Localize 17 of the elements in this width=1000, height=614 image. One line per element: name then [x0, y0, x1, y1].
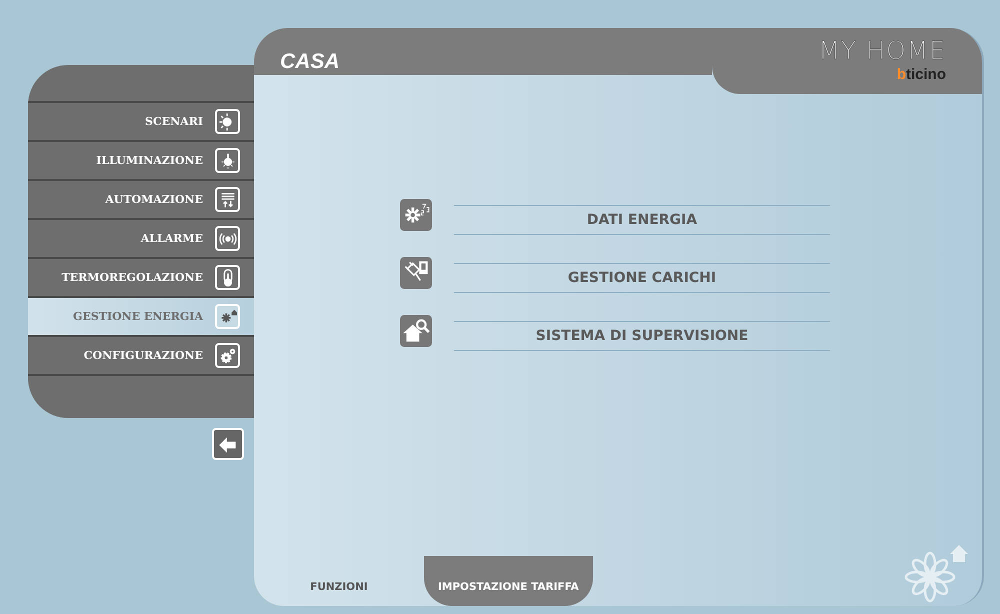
back-button[interactable] — [212, 428, 244, 460]
light-bulb-icon — [218, 152, 236, 170]
flower-house-icon — [218, 308, 236, 326]
house-magnifier-icon — [400, 315, 432, 347]
blinds-icon — [218, 190, 236, 208]
flower-numbers-icon — [400, 199, 432, 231]
page-title: CASA — [279, 49, 340, 75]
menu-item[interactable]: DATI ENERGIA — [454, 205, 830, 235]
tab[interactable]: FUNZIONI — [254, 556, 424, 606]
menu-item[interactable]: SISTEMA DI SUPERVISIONE — [454, 321, 830, 351]
plug-socket-icon — [400, 257, 432, 289]
gears-icon — [218, 346, 236, 364]
sidebar-item[interactable]: GESTIONE ENERGIA — [28, 298, 254, 337]
sidebar-item[interactable]: SCENARI — [28, 103, 254, 142]
tab[interactable]: IMPOSTAZIONE TARIFFA — [424, 556, 593, 606]
menu-item[interactable]: GESTIONE CARICHI — [454, 263, 830, 293]
brand-logo: bticino — [896, 66, 946, 83]
